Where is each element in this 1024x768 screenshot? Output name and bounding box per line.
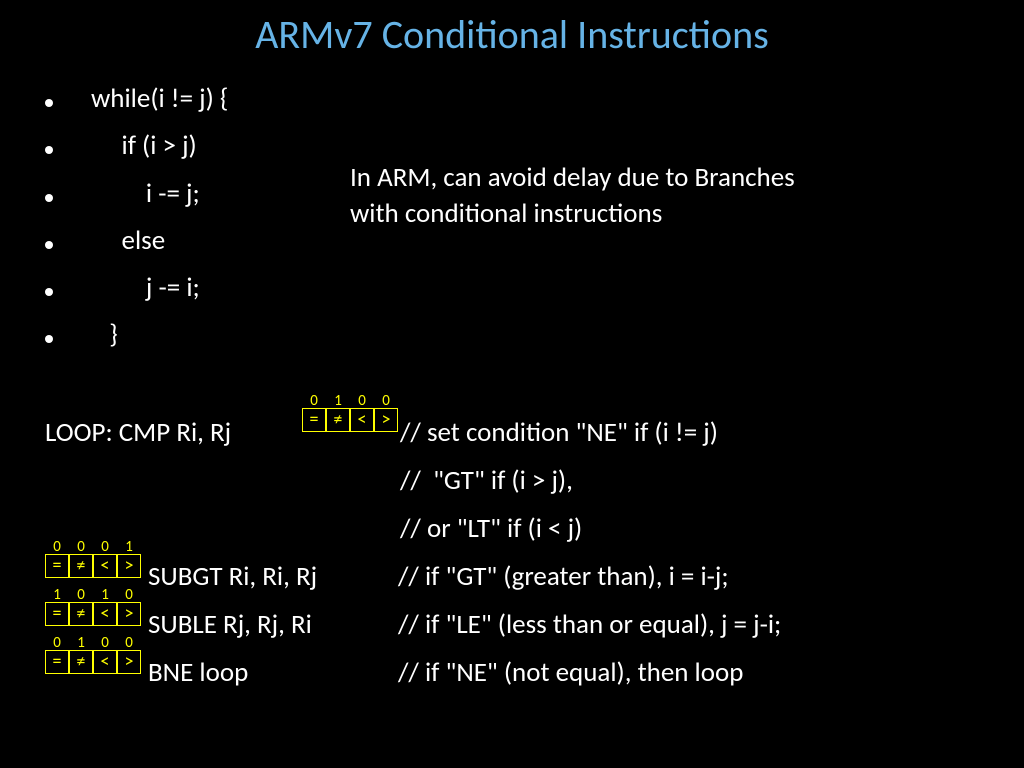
asm-instr: SUBLE Rj, Rj, Ri: [148, 608, 348, 641]
flag-bit: 0: [125, 636, 133, 650]
code-text: i -= j;: [91, 170, 200, 217]
bullet-dot-icon: [45, 288, 53, 296]
flag-symbol-icon: <: [93, 650, 117, 674]
explanation-text: In ARM, can avoid delay due to Branches …: [350, 160, 810, 233]
asm-line-cmp: LOOP: CMP Ri, Rj // set condition "NE" i…: [45, 408, 781, 456]
flag-symbol-icon: ≠: [69, 650, 93, 674]
flag-bit: 0: [101, 636, 109, 650]
asm-line-comment: // or "LT" if (i < j): [45, 504, 781, 552]
flag-symbol-icon: <: [93, 554, 117, 578]
asm-comment: // "GT" if (i > j),: [400, 464, 573, 497]
flag-symbol-icon: <: [93, 602, 117, 626]
code-block: while(i != j) { if (i > j) i -= j; else …: [45, 75, 228, 359]
flag-symbol-icon: ≠: [69, 554, 93, 578]
flag-symbol-icon: ≠: [326, 408, 350, 432]
code-line: i -= j;: [45, 170, 228, 217]
flag-bit: 1: [334, 394, 342, 408]
flag-bit: 1: [53, 588, 61, 602]
asm-line-subgt: SUBGT Ri, Ri, Rj // if "GT" (greater tha…: [45, 552, 781, 600]
bullet-dot-icon: [45, 194, 53, 202]
code-text: if (i > j): [91, 122, 197, 169]
asm-comment: // set condition "NE" if (i != j): [400, 416, 718, 449]
flag-symbol-icon: =: [45, 602, 69, 626]
condition-flags-subgt: 0= 0≠ 0< 1>: [45, 540, 141, 578]
code-line: j -= i;: [45, 264, 228, 311]
flag-bit: 0: [358, 394, 366, 408]
flag-bit: 0: [77, 588, 85, 602]
flag-symbol-icon: >: [374, 408, 398, 432]
flag-symbol-icon: =: [302, 408, 326, 432]
flag-bit: 0: [310, 394, 318, 408]
flag-symbol-icon: <: [350, 408, 374, 432]
asm-comment: // or "LT" if (i < j): [400, 512, 582, 545]
asm-line-suble: SUBLE Rj, Rj, Ri // if "LE" (less than o…: [45, 600, 781, 648]
flag-bit: 0: [125, 588, 133, 602]
asm-instr: LOOP: CMP Ri, Rj: [45, 416, 300, 449]
flag-bit: 1: [77, 636, 85, 650]
code-line: else: [45, 217, 228, 264]
code-line: }: [45, 311, 228, 358]
flag-symbol-icon: =: [45, 554, 69, 578]
flag-bit: 0: [77, 540, 85, 554]
asm-line-comment: // "GT" if (i > j),: [45, 456, 781, 504]
flag-symbol-icon: >: [117, 602, 141, 626]
asm-comment: // if "LE" (less than or equal), j = j-i…: [398, 608, 781, 641]
code-text: }: [91, 311, 118, 358]
asm-comment: // if "GT" (greater than), i = i-j;: [398, 560, 729, 593]
code-line: while(i != j) {: [45, 75, 228, 122]
bullet-dot-icon: [45, 99, 53, 107]
condition-flags-cmp: 0= 1≠ 0< 0>: [302, 394, 398, 432]
flag-bit: 1: [125, 540, 133, 554]
condition-flags-suble: 1= 0≠ 1< 0>: [45, 588, 141, 626]
code-line: if (i > j): [45, 122, 228, 169]
slide-title: ARMv7 Conditional Instructions: [0, 10, 1024, 59]
code-text: else: [91, 217, 165, 264]
assembly-block: LOOP: CMP Ri, Rj // set condition "NE" i…: [45, 408, 781, 696]
code-text: j -= i;: [91, 264, 200, 311]
flag-bit: 0: [53, 540, 61, 554]
flag-bit: 0: [382, 394, 390, 408]
bullet-dot-icon: [45, 146, 53, 154]
flag-symbol-icon: ≠: [69, 602, 93, 626]
flag-symbol-icon: =: [45, 650, 69, 674]
bullet-dot-icon: [45, 241, 53, 249]
code-text: while(i != j) {: [91, 75, 228, 122]
asm-comment: // if "NE" (not equal), then loop: [398, 656, 743, 689]
slide: ARMv7 Conditional Instructions while(i !…: [0, 0, 1024, 768]
flag-bit: 0: [53, 636, 61, 650]
flag-bit: 0: [101, 540, 109, 554]
flag-symbol-icon: >: [117, 650, 141, 674]
condition-flags-bne: 0= 1≠ 0< 0>: [45, 636, 141, 674]
flag-symbol-icon: >: [117, 554, 141, 578]
asm-instr: BNE loop: [148, 656, 348, 689]
flag-bit: 1: [101, 588, 109, 602]
asm-instr: SUBGT Ri, Ri, Rj: [148, 560, 348, 593]
bullet-dot-icon: [45, 335, 53, 343]
asm-line-bne: BNE loop // if "NE" (not equal), then lo…: [45, 648, 781, 696]
